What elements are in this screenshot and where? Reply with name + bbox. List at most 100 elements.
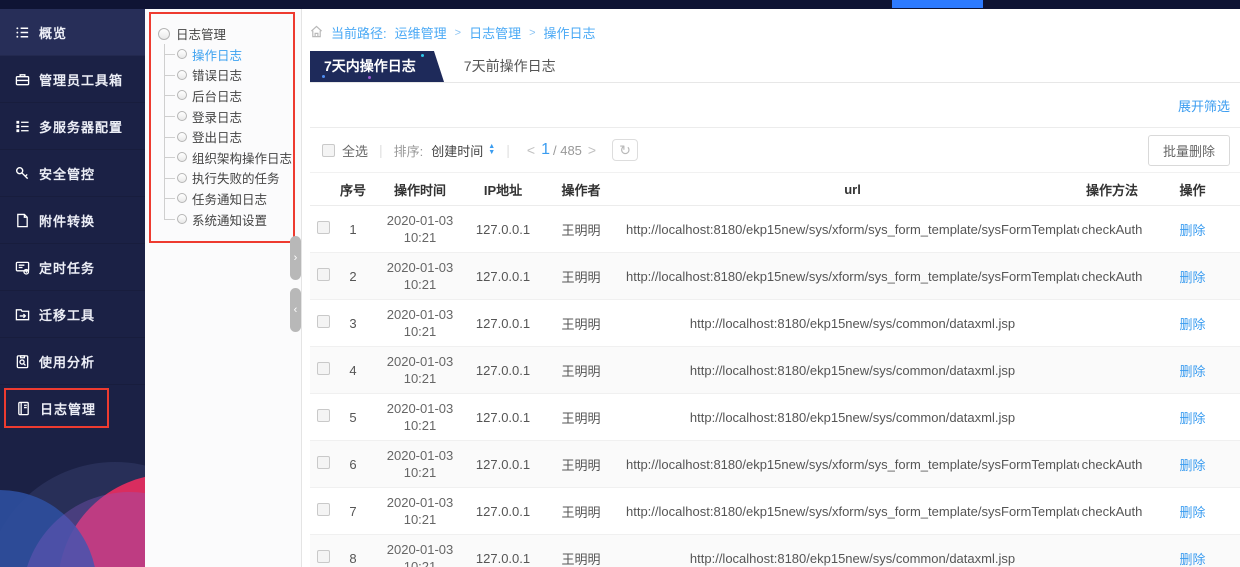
toolbar-divider: | [506, 142, 510, 158]
row-checkbox[interactable] [317, 456, 330, 469]
cell-operator: 王明明 [536, 488, 626, 535]
breadcrumb-item-3[interactable]: 操作日志 [544, 23, 596, 42]
row-checkbox[interactable] [317, 550, 330, 563]
tree-item[interactable]: 系统通知设置 [164, 209, 291, 230]
col-action: 操作 [1145, 173, 1240, 206]
cell-time: 2020-01-03 10:21 [370, 300, 470, 347]
delete-link[interactable]: 删除 [1179, 223, 1205, 238]
batch-delete-button[interactable]: 批量删除 [1148, 135, 1230, 166]
tree-item[interactable]: 执行失败的任务 [164, 168, 291, 189]
expand-filter-link[interactable]: 展开筛选 [1178, 96, 1230, 115]
cell-operator: 王明明 [536, 300, 626, 347]
sort-field[interactable]: 创建时间 [431, 141, 483, 160]
delete-link[interactable]: 删除 [1179, 458, 1205, 473]
sidebar-item[interactable]: 定时任务 [0, 244, 145, 291]
row-checkbox[interactable] [317, 362, 330, 375]
tab-before-7-days[interactable]: 7天前操作日志 [450, 51, 570, 82]
attachment-convert-icon [14, 212, 30, 228]
app-layout: 概览 管理员工具箱 多服务器配置 安全管控 附件转换 定时任务 迁移工具 使用分… [0, 9, 1240, 567]
cell-no: 1 [336, 206, 370, 253]
tree-item-label: 登出日志 [192, 127, 242, 146]
cell-url: http://localhost:8180/ekp15new/sys/xform… [626, 488, 1079, 535]
sidebar-item-label: 安全管控 [39, 164, 95, 183]
cell-no: 5 [336, 394, 370, 441]
cell-date-line: 2020-01-03 [370, 259, 470, 276]
tab-recent-7-days[interactable]: 7天内操作日志 [310, 51, 430, 82]
collapse-right-handle[interactable]: › [290, 236, 301, 280]
cell-time: 2020-01-03 10:21 [370, 441, 470, 488]
breadcrumb-item-1[interactable]: 运维管理 [395, 23, 447, 42]
cell-operator: 王明明 [536, 206, 626, 253]
tab-label: 7天内操作日志 [324, 58, 416, 74]
tree-item-label: 系统通知设置 [192, 210, 267, 229]
delete-link[interactable]: 删除 [1179, 552, 1205, 567]
delete-link[interactable]: 删除 [1179, 505, 1205, 520]
row-checkbox[interactable] [317, 315, 330, 328]
cell-no: 7 [336, 488, 370, 535]
cell-date-line: 2020-01-03 [370, 306, 470, 323]
sidebar-item[interactable]: 日志管理 [4, 388, 109, 428]
cell-url: http://localhost:8180/ekp15new/sys/commo… [626, 300, 1079, 347]
sidebar-item[interactable]: 概览 [0, 9, 145, 56]
tree-item[interactable]: 错误日志 [164, 65, 291, 86]
tree-item[interactable]: 登录日志 [164, 106, 291, 127]
cell-time: 2020-01-03 10:21 [370, 206, 470, 253]
collapse-left-handle[interactable]: ‹ [290, 288, 301, 332]
select-all-checkbox[interactable] [322, 144, 335, 157]
usage-analysis-icon [14, 353, 30, 369]
sidebar-item[interactable]: 管理员工具箱 [0, 56, 145, 103]
delete-link[interactable]: 删除 [1179, 317, 1205, 332]
row-checkbox[interactable] [317, 409, 330, 422]
cell-time: 2020-01-03 10:21 [370, 347, 470, 394]
current-page[interactable]: 1 [541, 141, 550, 159]
cell-url: http://localhost:8180/ekp15new/sys/xform… [626, 253, 1079, 300]
breadcrumb: 当前路径: 运维管理 > 日志管理 > 操作日志 [310, 9, 1240, 42]
tab-label: 7天前操作日志 [464, 58, 556, 74]
tree-node-icon [177, 214, 187, 224]
cell-time: 2020-01-03 10:21 [370, 535, 470, 567]
tabs: 7天内操作日志 7天前操作日志 [310, 52, 1240, 83]
sidebar-item[interactable]: 迁移工具 [0, 291, 145, 338]
table-row: 4 2020-01-03 10:21 127.0.0.1 王明明 http://… [310, 347, 1240, 394]
cell-ip: 127.0.0.1 [470, 253, 536, 300]
tree-children: 操作日志 错误日志 后台日志 登录日志 登出日志 组织架构操作日志 执行失败的任… [164, 44, 291, 229]
cell-operator: 王明明 [536, 441, 626, 488]
next-page-button[interactable]: > [588, 142, 596, 158]
table-row: 3 2020-01-03 10:21 127.0.0.1 王明明 http://… [310, 300, 1240, 347]
table-row: 7 2020-01-03 10:21 127.0.0.1 王明明 http://… [310, 488, 1240, 535]
sidebar-item-label: 使用分析 [39, 352, 95, 371]
breadcrumb-item-2[interactable]: 日志管理 [469, 23, 521, 42]
top-bar-accent [892, 0, 983, 8]
tree-item[interactable]: 组织架构操作日志 [164, 147, 291, 168]
tree-item[interactable]: 登出日志 [164, 126, 291, 147]
tree-item[interactable]: 操作日志 [164, 44, 291, 65]
row-checkbox[interactable] [317, 221, 330, 234]
tree-root-node[interactable]: 日志管理 [158, 23, 291, 44]
sort-direction-icon[interactable]: ▲▼ [488, 144, 495, 156]
sidebar-item[interactable]: 附件转换 [0, 197, 145, 244]
cell-clock-line: 10:21 [370, 558, 470, 567]
tree-item[interactable]: 任务通知日志 [164, 188, 291, 209]
refresh-button[interactable]: ↻ [612, 139, 638, 161]
cell-no: 2 [336, 253, 370, 300]
row-checkbox[interactable] [317, 268, 330, 281]
tree-node-icon [177, 173, 187, 183]
log-table: 序号 操作时间 IP地址 操作者 url 操作方法 操作 1 2020-01-0… [310, 172, 1240, 567]
page-total: / 485 [553, 143, 582, 158]
cell-ip: 127.0.0.1 [470, 394, 536, 441]
sidebar-item[interactable]: 安全管控 [0, 150, 145, 197]
cell-no: 6 [336, 441, 370, 488]
cell-method [1079, 394, 1145, 441]
tree-highlight-box: 日志管理 操作日志 错误日志 后台日志 登录日志 登出日志 组织架构操作日志 执… [149, 12, 295, 243]
delete-link[interactable]: 删除 [1179, 411, 1205, 426]
sidebar-item[interactable]: 使用分析 [0, 338, 145, 385]
delete-link[interactable]: 删除 [1179, 364, 1205, 379]
prev-page-button[interactable]: < [527, 142, 535, 158]
sidebar-item-label: 概览 [39, 23, 67, 42]
delete-link[interactable]: 删除 [1179, 270, 1205, 285]
table-header: 序号 操作时间 IP地址 操作者 url 操作方法 操作 [310, 173, 1240, 206]
row-checkbox[interactable] [317, 503, 330, 516]
tree-item[interactable]: 后台日志 [164, 85, 291, 106]
sidebar-item[interactable]: 多服务器配置 [0, 103, 145, 150]
top-bar [0, 0, 1240, 9]
